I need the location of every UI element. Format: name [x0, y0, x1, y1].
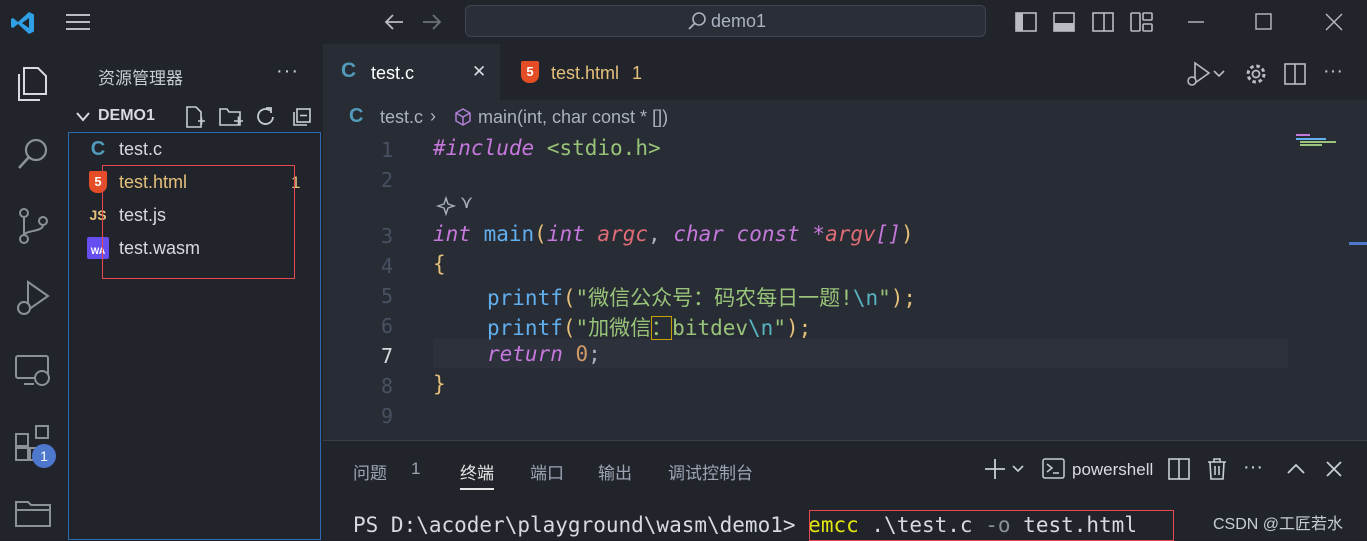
run-and-debug-icon[interactable]	[12, 276, 56, 320]
toggle-primary-sidebar-icon[interactable]	[1015, 11, 1037, 33]
gear-icon[interactable]	[1244, 62, 1268, 86]
scrollbar-marker	[1349, 242, 1367, 245]
terminal-prompt: PS D:\acoder\playground\wasm\demo1>	[353, 513, 796, 537]
code-line-5: printf("微信公众号：码农每日一题!\n");	[487, 286, 917, 310]
code-editor[interactable]: 1 2 3 4 5 6 7 8 9 #include <stdio.h> ⋎ i…	[323, 134, 1367, 440]
close-window-icon[interactable]	[1324, 12, 1344, 32]
back-arrow-icon[interactable]	[383, 11, 405, 33]
explorer-title: 资源管理器	[98, 69, 183, 88]
folder-view-icon[interactable]	[12, 490, 56, 534]
tab-test-c[interactable]: C test.c ✕	[323, 44, 500, 100]
search-icon	[688, 12, 706, 30]
minimap[interactable]	[1288, 134, 1348, 164]
command-highlight-box	[809, 510, 1174, 541]
toggle-panel-icon[interactable]	[1053, 11, 1075, 33]
breadcrumb: C test.c › main(int, char const * [])	[323, 100, 1367, 134]
explorer-sidebar: 资源管理器 ··· DEMO1 C test.c 5 test.html 1 J	[68, 44, 323, 540]
unicode-highlight: ：	[651, 316, 673, 340]
folder-header[interactable]: DEMO1	[68, 104, 323, 130]
extensions-badge: 1	[32, 444, 56, 468]
line-number-current: 7	[380, 344, 393, 368]
html5-file-icon: 5	[521, 61, 539, 83]
trash-icon[interactable]	[1206, 457, 1228, 481]
code-line-7: return 0;	[487, 342, 601, 366]
tab-output[interactable]: 输出	[598, 459, 632, 484]
ai-codelens-icon[interactable]	[435, 196, 457, 216]
codelens-chevron[interactable]: ⋎	[460, 192, 473, 213]
forward-arrow-icon[interactable]	[421, 11, 443, 33]
editor-tab-bar: C test.c ✕ 5 test.html 1 ···	[323, 44, 1367, 100]
refresh-icon[interactable]	[254, 105, 278, 129]
search-text: demo1	[710, 11, 767, 31]
run-debug-dropdown-icon[interactable]	[1183, 60, 1227, 88]
source-control-icon[interactable]	[12, 204, 56, 248]
line-number: 6	[380, 314, 393, 338]
tab-debug-console[interactable]: 调试控制台	[668, 459, 753, 484]
explorer-icon[interactable]	[12, 62, 56, 106]
tab-test-html[interactable]: 5 test.html 1	[501, 44, 681, 100]
maximize-panel-icon[interactable]	[1285, 459, 1307, 479]
breadcrumb-file[interactable]: test.c	[380, 107, 423, 128]
menu-icon[interactable]	[66, 12, 90, 32]
line-number: 9	[380, 404, 393, 428]
line-number: 1	[380, 138, 393, 162]
tab-label: test.c	[371, 63, 415, 83]
explorer-more-actions[interactable]: ···	[276, 60, 299, 83]
editor-more-actions[interactable]: ···	[1323, 60, 1343, 83]
search-view-icon[interactable]	[12, 132, 56, 176]
chevron-down-icon	[76, 112, 90, 122]
panel-more-actions[interactable]: ···	[1243, 456, 1263, 479]
close-panel-icon[interactable]	[1324, 459, 1344, 479]
breadcrumb-separator: ›	[430, 106, 436, 126]
title-bar: demo1	[0, 0, 1367, 44]
tab-close-icon[interactable]: ✕	[472, 62, 486, 82]
problems-count: 1	[411, 459, 421, 478]
bottom-panel: 问题 1 终端 端口 输出 调试控制台 powershell ··· PS D:…	[323, 440, 1367, 541]
line-number: 2	[380, 168, 393, 192]
collapse-all-icon[interactable]	[290, 105, 314, 129]
file-name: test.c	[119, 139, 163, 159]
watermark: CSDN @工匠若水	[1213, 516, 1344, 533]
c-file-icon: C	[341, 59, 357, 82]
code-line-6: printf("加微信：bitdev\n");	[487, 316, 812, 340]
split-terminal-icon[interactable]	[1168, 458, 1190, 480]
line-number: 3	[380, 224, 393, 248]
line-number: 4	[380, 254, 393, 278]
code-line-3: int main(int argc, char const *argv[])	[433, 222, 914, 246]
command-center-search[interactable]: demo1	[465, 5, 986, 37]
code-line-4: {	[433, 252, 446, 276]
files-highlight-box	[102, 165, 295, 279]
c-file-icon: C	[349, 105, 364, 127]
folder-name: DEMO1	[98, 107, 155, 124]
tab-problems[interactable]: 问题	[353, 459, 387, 484]
line-number: 8	[380, 374, 393, 398]
tab-label: test.html	[551, 63, 620, 83]
toggle-secondary-sidebar-icon[interactable]	[1092, 11, 1114, 33]
code-line-8: }	[433, 372, 446, 396]
tab-terminal[interactable]: 终端	[460, 459, 494, 490]
tab-problem-badge: 1	[632, 63, 643, 83]
breadcrumb-symbol[interactable]: main(int, char const * [])	[478, 107, 668, 128]
maximize-icon[interactable]	[1254, 12, 1274, 32]
symbol-method-icon	[455, 108, 471, 126]
vscode-logo-icon[interactable]	[10, 10, 36, 36]
customize-layout-icon[interactable]	[1130, 11, 1154, 33]
new-terminal-icon[interactable]	[983, 457, 1027, 481]
new-folder-icon[interactable]	[218, 105, 244, 129]
split-editor-icon[interactable]	[1284, 63, 1306, 85]
c-file-icon: C	[90, 138, 106, 160]
remote-explorer-icon[interactable]	[12, 348, 56, 392]
activity-bar: 1	[0, 44, 68, 540]
file-item-test-c[interactable]: C test.c	[91, 134, 163, 164]
tab-ports[interactable]: 端口	[530, 459, 564, 484]
new-file-icon[interactable]	[184, 105, 206, 129]
line-number: 5	[380, 284, 393, 308]
shell-label[interactable]: powershell	[1072, 460, 1153, 480]
minimize-icon[interactable]	[1186, 12, 1206, 32]
terminal-icon	[1042, 458, 1065, 479]
code-line-1: #include <stdio.h>	[433, 136, 661, 160]
